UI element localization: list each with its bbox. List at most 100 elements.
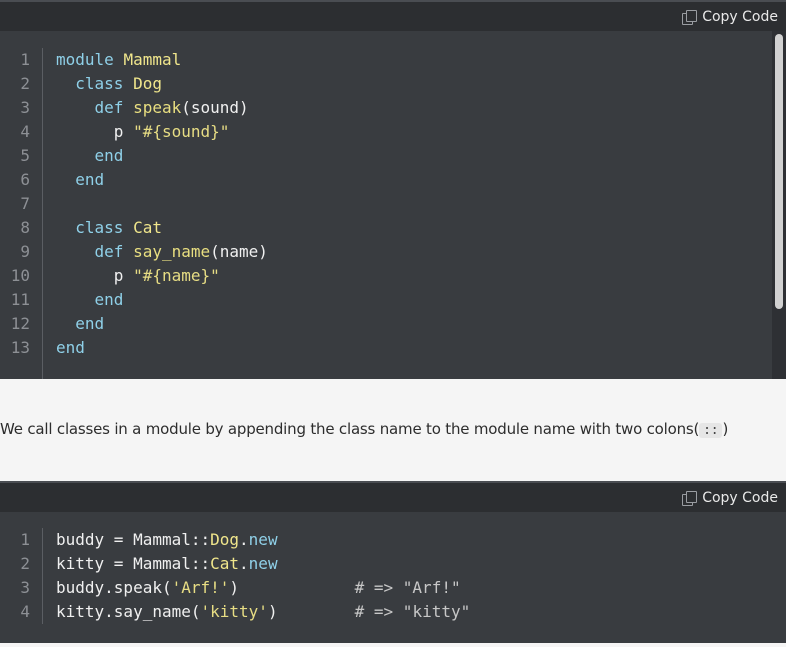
code-line: class Cat [56, 216, 268, 240]
code-token: # => "kitty" [354, 602, 471, 621]
copy-icon [682, 10, 698, 25]
code-token: (sound) [181, 98, 249, 117]
line-number: 1 [20, 530, 30, 549]
explanation-body: We call classes in a module by appending… [0, 420, 700, 438]
code-token: speak [133, 98, 182, 117]
copy-code-label: Copy Code [702, 490, 778, 506]
code-line: kitty = Mammal::Cat.new [56, 552, 470, 576]
code-token: end [75, 170, 105, 189]
code-token: Cat [210, 554, 240, 573]
code-block-1: Copy Code 1 2 3 4 5 6 7 8 9 10 11 12 13 module Mamma… [0, 0, 786, 379]
line-number: 6 [20, 170, 30, 189]
line-number: 2 [20, 554, 30, 573]
code-token: Mammal [123, 50, 182, 69]
code-token: # => "Arf!" [354, 578, 461, 597]
line-number: 8 [20, 218, 30, 237]
code-token: Dog [133, 74, 162, 93]
line-number: 9 [20, 242, 30, 261]
code-token: "#{sound}" [133, 122, 230, 141]
copy-code-label: Copy Code [702, 9, 778, 25]
code-content: buddy = Mammal::Dog.new kitty = Mammal::C… [43, 528, 470, 624]
code-token: def [94, 98, 134, 117]
code-header: Copy Code [0, 481, 786, 512]
line-number: 7 [20, 194, 30, 213]
code-line: end [56, 288, 268, 312]
line-number: 10 [10, 266, 30, 285]
code-token: Cat [133, 218, 162, 237]
code-content: module Mammal class Dog def speak(sound)… [43, 48, 268, 379]
code-token: buddy = Mammal:: [56, 530, 211, 549]
code-line: def say_name(name) [56, 240, 268, 264]
code-token: . [239, 554, 249, 573]
copy-code-button[interactable]: Copy Code [682, 6, 778, 28]
code-token: end [75, 314, 105, 333]
code-token: kitty.say_name( [56, 602, 201, 621]
code-token: 'Arf!' [171, 578, 230, 597]
code-token: def [94, 242, 134, 261]
line-number: 5 [20, 146, 30, 165]
code-line: end [56, 336, 268, 360]
code-token: new [248, 530, 278, 549]
code-token: end [94, 146, 124, 165]
code-body: 1234 buddy = Mammal::Dog.new kitty = Mamm… [0, 528, 772, 624]
code-token: (name) [210, 242, 268, 261]
explanation-tail: ) [722, 420, 729, 438]
code-token: ) [267, 602, 355, 621]
code-line: end [56, 144, 268, 168]
code-token: buddy.speak( [56, 578, 172, 597]
code-token: p [56, 266, 134, 285]
code-line: p "#{name}" [56, 264, 268, 288]
line-number: 13 [10, 338, 30, 357]
code-token: p [56, 122, 134, 141]
line-number: 2 [20, 74, 30, 93]
code-header: Copy Code [0, 0, 786, 31]
line-numbers: 1 2 3 4 5 6 7 8 9 10 11 12 13 [0, 48, 43, 379]
line-number: 12 [10, 314, 30, 333]
code-token: end [56, 338, 85, 357]
code-block-2: Copy Code 1234 buddy = Mammal::Dog.new ki… [0, 481, 786, 643]
code-line: def speak(sound) [56, 96, 268, 120]
line-number: 1 [20, 50, 30, 69]
code-token: new [248, 554, 278, 573]
code-body: 1 2 3 4 5 6 7 8 9 10 11 12 13 module Mammal class Do… [0, 48, 772, 379]
copy-icon [682, 491, 698, 506]
code-token: ) [229, 578, 355, 597]
code-token: "#{name}" [133, 266, 220, 285]
copy-code-button[interactable]: Copy Code [682, 487, 778, 509]
code-line: module Mammal [56, 48, 268, 72]
code-line: end [56, 168, 268, 192]
code-line: buddy = Mammal::Dog.new [56, 528, 470, 552]
vertical-scrollbar[interactable] [772, 31, 786, 379]
line-numbers: 1 2 3 4 [0, 528, 43, 624]
code-line: end [56, 312, 268, 336]
line-number: 4 [20, 122, 30, 141]
code-line: buddy.speak('Arf!') # => "Arf!" [56, 576, 470, 600]
scrollbar-thumb[interactable] [775, 34, 783, 309]
inline-code: :: [699, 423, 723, 438]
line-number: 4 [20, 602, 30, 621]
code-token: module [56, 50, 124, 69]
line-number: 3 [20, 98, 30, 117]
code-token: Dog [210, 530, 240, 549]
code-token: end [94, 290, 124, 309]
code-token: . [239, 530, 249, 549]
code-line: kitty.say_name('kitty') # => "kitty" [56, 600, 470, 624]
line-number: 11 [10, 290, 30, 309]
code-token: kitty = Mammal:: [56, 554, 211, 573]
line-number: 3 [20, 578, 30, 597]
code-token: class [75, 218, 134, 237]
code-line: p "#{sound}" [56, 120, 268, 144]
explanation-text: We call classes in a module by appending… [0, 420, 728, 438]
code-token: say_name [133, 242, 211, 261]
code-token: class [75, 74, 134, 93]
code-token: 'kitty' [200, 602, 268, 621]
